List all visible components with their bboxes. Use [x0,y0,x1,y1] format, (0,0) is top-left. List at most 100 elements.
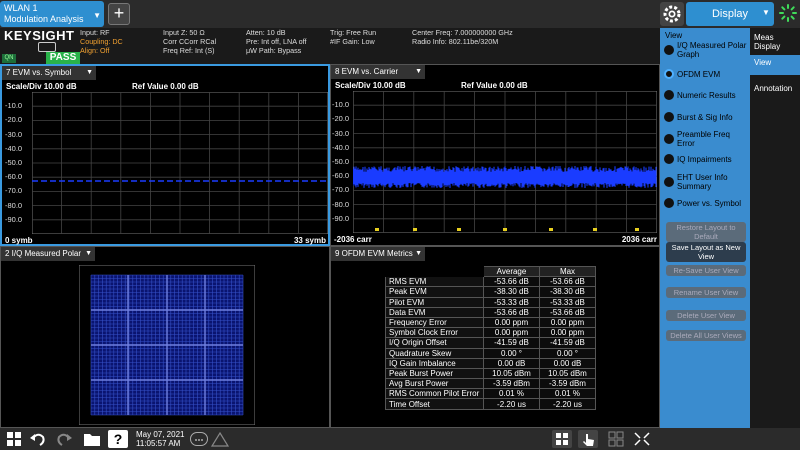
evm-vs-symbol-plot[interactable] [32,92,328,234]
table-row: Peak EVM -38.30 dB -38.30 dB [385,286,596,298]
average-value: -53.66 dB [483,276,540,288]
message-button[interactable] [190,432,208,446]
radio-button[interactable] [664,177,674,187]
warning-button[interactable] [210,430,230,448]
pass-badge: PASS [46,52,80,64]
average-value: -38.30 dB [483,286,540,298]
display-menu-button[interactable]: Display [686,2,774,26]
input-z-info[interactable]: Input Z: 50 Ω Corr CCorr RCal Freq Ref: … [163,28,216,55]
settings-button[interactable] [660,2,684,26]
tab-annotation[interactable]: Annotation [750,81,800,96]
maximize-button[interactable] [632,430,652,448]
date-label: May 07, 2021 [136,430,185,439]
view-option[interactable]: EHT User Info Summary [664,173,748,191]
tab-view[interactable]: View [750,55,800,75]
column-header-average: Average [483,265,540,278]
resave-user-view-button[interactable]: Re-Save User View [666,265,746,276]
message-icon [195,439,203,441]
radio-button[interactable] [664,198,674,208]
y-tick-label: -60.0 [5,172,23,182]
freq-ref-label: Freq Ref: Int (S) [163,46,215,55]
busy-indicator-icon [778,3,798,23]
view-option-label: OFDM EVM [677,69,721,79]
view-option[interactable]: IQ Impairments [664,154,748,164]
delete-all-user-views-button[interactable]: Delete All User Views [666,330,746,341]
evm-vs-carrier-pane[interactable]: 8 EVM vs. Carrier ▼ Scale/Div 10.00 dB R… [330,64,660,246]
metric-name: Time Offset [385,398,484,410]
view-panel-title: View [665,31,683,40]
evm-metrics-table: Average Max RMS EVM -53.66 dB -53.66 dB Pea… [385,265,596,410]
corr-label: Corr CCorr RCal [163,37,217,46]
tab-meas-display[interactable]: Meas Display [750,30,800,54]
view-option[interactable]: Burst & Sig Info [664,112,748,122]
windows-start-button[interactable] [4,430,24,448]
view-option-label: Power vs. Symbol [677,198,742,208]
redo-button[interactable] [54,430,74,448]
chevron-down-icon: ▼ [86,69,93,76]
average-value: 0.01 % [483,388,540,400]
radio-button[interactable] [664,90,674,100]
save-layout-button[interactable]: Save Layout as New View [666,242,746,262]
view-option[interactable]: Numeric Results [664,90,748,100]
layout-button[interactable] [606,430,626,448]
multi-window-button[interactable] [552,430,572,448]
max-value: 0.00 ppm [539,316,596,329]
view-option[interactable]: OFDM EVM [664,69,748,79]
max-value: 0.00 dB [539,357,596,369]
windows-icon [7,432,21,446]
measurement-mode-tab[interactable]: WLAN 1 Modulation Analysis ▼ [0,1,104,27]
add-screen-button[interactable]: + [108,3,130,25]
pane-title[interactable]: 7 EVM vs. Symbol ▼ [2,66,96,80]
help-button[interactable]: ? [108,430,128,448]
center-freq-label: Center Freq: 7.000000000 GHz [412,28,513,37]
frequency-info[interactable]: Center Freq: 7.000000000 GHz Radio Info:… [412,28,513,46]
iq-constellation-plot[interactable] [79,265,255,425]
view-option-label: I/Q Measured Polar Graph [677,41,747,59]
trigger-info[interactable]: Trig: Free Run #IF Gain: Low [330,28,376,46]
pilot-marker [413,228,417,231]
metric-name: Quadrature Skew [385,347,484,359]
iq-polar-pane[interactable]: 2 I/Q Measured Polar ▼ [0,246,330,428]
evm-vs-carrier-plot[interactable] [353,91,657,233]
touch-button[interactable] [578,430,598,448]
view-panel: View I/Q Measured Polar Graph OFDM EVM Num… [660,28,750,428]
evm-vs-symbol-pane[interactable]: 7 EVM vs. Symbol ▼ Scale/Div 10.00 dB Re… [0,64,330,246]
average-value: 0.00 ppm [483,316,540,329]
view-option[interactable]: I/Q Measured Polar Graph [664,41,748,59]
restore-layout-button[interactable]: Restore Layout to Default [666,222,746,242]
y-tick-label: -60.0 [332,171,350,181]
max-value: 0.00 ppm [539,327,596,339]
view-option[interactable]: Power vs. Symbol [664,198,748,208]
average-value: 0.00 ° [483,347,540,359]
pane-title-text: 7 EVM vs. Symbol [6,68,72,77]
radio-button[interactable] [664,112,674,122]
undo-button[interactable] [28,430,48,448]
pane-title[interactable]: 2 I/Q Measured Polar ▼ [1,247,95,261]
pilot-marker [375,228,379,231]
time-label: 11:05:57 AM [136,439,181,448]
atten-info[interactable]: Atten: 10 dB Pre: Int off, LNA off μW Pa… [246,28,306,55]
taskbar: ? May 07, 2021 11:05:57 AM [0,428,800,450]
metric-name: RMS Common Pilot Error [385,388,484,400]
file-button[interactable] [82,430,102,448]
radio-button[interactable] [664,69,674,79]
table-row: I/Q Origin Offset -41.59 dB -41.59 dB [385,337,596,349]
table-row: Peak Burst Power 10.05 dBm 10.05 dBm [385,367,596,380]
menu-tab-column: Meas Display View Annotation [750,28,800,428]
input-info[interactable]: Input: RF Coupling: DC Align: Off [80,28,123,55]
ref-value-label: Ref Value 0.00 dB [461,81,528,90]
radio-button[interactable] [664,45,674,55]
metric-name: RMS EVM [385,276,484,288]
max-value: -53.66 dB [539,306,596,318]
radio-button[interactable] [664,154,674,164]
view-option[interactable]: Preamble Freq Error [664,130,748,148]
radio-button[interactable] [664,134,674,144]
instrument-icon [38,42,56,52]
rename-user-view-button[interactable]: Rename User View [666,287,746,298]
delete-user-view-button[interactable]: Delete User View [666,310,746,321]
date-time-display: May 07, 2021 11:05:57 AM [136,430,184,448]
pilot-marker [457,228,461,231]
pane-title[interactable]: 8 EVM vs. Carrier ▼ [331,65,425,79]
metric-name: IQ Gain Imbalance [385,357,484,369]
pane-title[interactable]: 9 OFDM EVM Metrics ▼ [331,247,425,261]
